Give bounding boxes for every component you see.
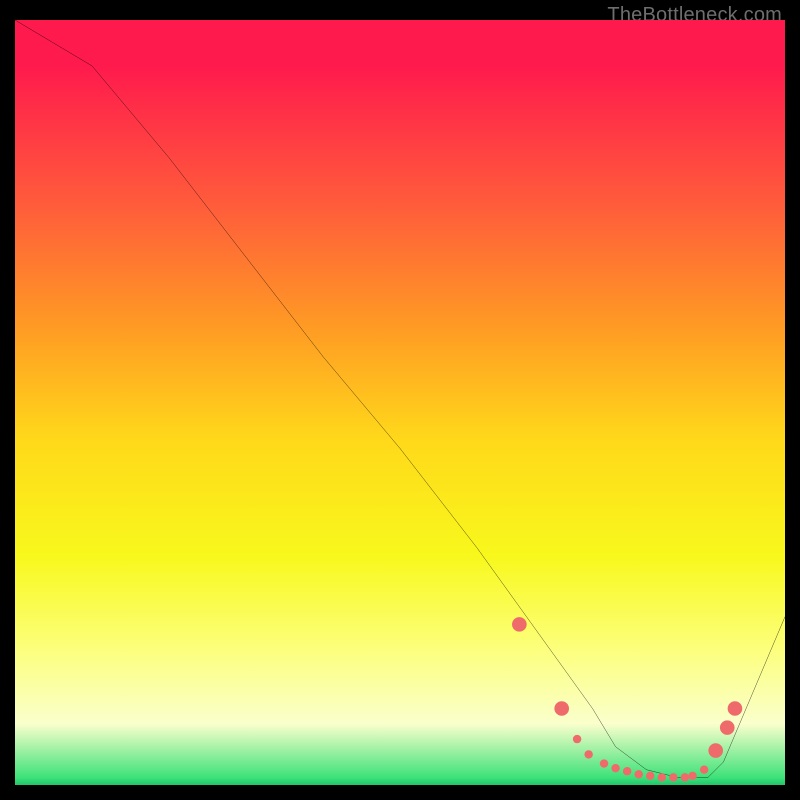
curve-marker xyxy=(584,750,592,758)
curve-marker xyxy=(669,773,677,781)
curve-marker xyxy=(600,759,608,767)
curve-marker xyxy=(634,770,642,778)
curve-marker xyxy=(728,701,743,716)
chart-frame: TheBottleneck.com xyxy=(0,0,800,800)
curve-marker xyxy=(512,617,527,632)
curve-marker xyxy=(681,773,689,781)
curve-markers xyxy=(512,617,742,781)
curve-marker xyxy=(611,764,619,772)
curve-marker xyxy=(708,743,723,758)
bottleneck-curve xyxy=(15,20,785,777)
curve-marker xyxy=(688,772,696,780)
plot-area xyxy=(15,20,785,785)
curve-marker xyxy=(700,765,708,773)
curve-marker xyxy=(623,767,631,775)
curve-marker xyxy=(554,701,569,716)
curve-marker xyxy=(720,720,735,735)
curve-marker xyxy=(646,772,654,780)
curve-marker xyxy=(573,735,581,743)
curve-marker xyxy=(658,773,666,781)
chart-svg xyxy=(15,20,785,785)
